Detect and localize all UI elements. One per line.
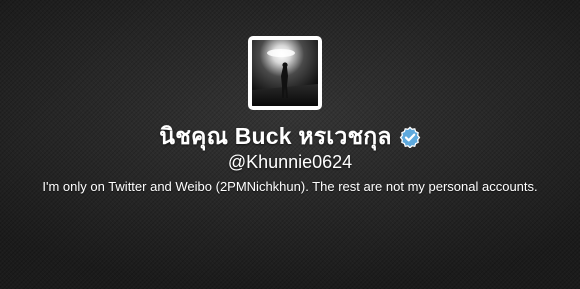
profile-header-card: นิชคุณ Buck หรเวชกุล @Khunnie0624 I'm on… <box>0 0 580 289</box>
profile-name-row: นิชคุณ Buck หรเวชกุล <box>0 123 580 151</box>
profile-avatar[interactable] <box>248 36 322 110</box>
profile-full-name[interactable]: นิชคุณ Buck หรเวชกุล <box>159 119 391 155</box>
profile-screen-name[interactable]: @Khunnie0624 <box>0 152 580 173</box>
verified-badge-icon[interactable] <box>399 126 421 148</box>
profile-bio: I'm only on Twitter and Weibo (2PMNichkh… <box>42 179 538 194</box>
avatar-image <box>252 40 318 106</box>
